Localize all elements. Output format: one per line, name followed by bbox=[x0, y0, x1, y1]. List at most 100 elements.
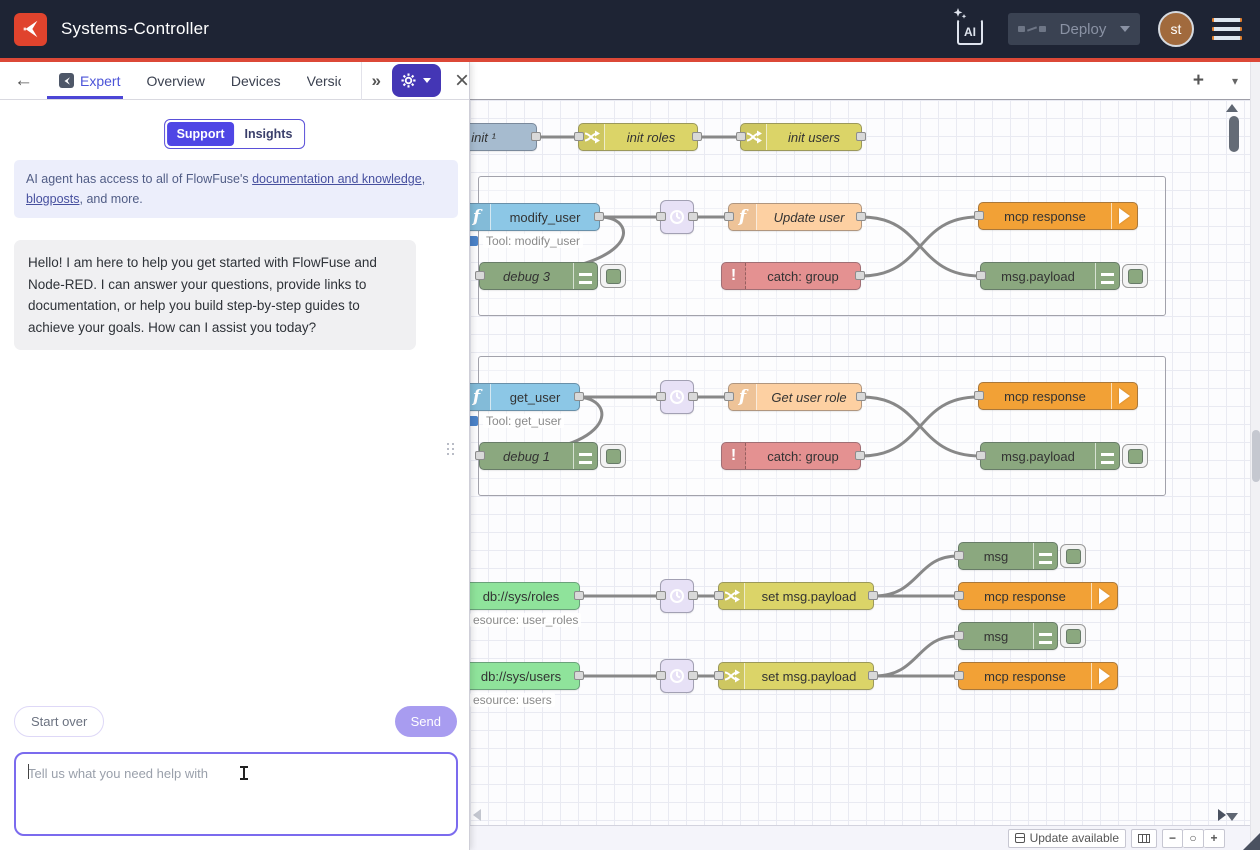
vertical-scrollbar-thumb[interactable] bbox=[1229, 116, 1239, 152]
output-port[interactable] bbox=[574, 591, 584, 600]
input-port[interactable] bbox=[714, 671, 724, 680]
deploy-dropdown-caret[interactable] bbox=[1120, 26, 1130, 32]
flow-node-msg-payload-1[interactable]: msg.payload bbox=[980, 262, 1120, 290]
flow-node-db-sys-roles[interactable]: db://sys/roles bbox=[470, 582, 580, 610]
flow-node-update-user[interactable]: fUpdate user bbox=[728, 203, 862, 231]
resize-corner-handle[interactable] bbox=[1243, 833, 1260, 850]
flow-node-mcp-response-2[interactable]: mcp response bbox=[978, 382, 1138, 410]
debug-toggle-button[interactable] bbox=[1122, 444, 1148, 468]
output-port[interactable] bbox=[574, 392, 584, 401]
send-button[interactable]: Send bbox=[395, 706, 457, 737]
start-over-button[interactable]: Start over bbox=[14, 706, 104, 737]
input-port[interactable] bbox=[954, 551, 964, 560]
ai-assistant-button[interactable]: AI bbox=[952, 10, 990, 48]
output-port[interactable] bbox=[688, 392, 698, 401]
input-port[interactable] bbox=[974, 211, 984, 220]
scroll-up-arrow[interactable] bbox=[1226, 104, 1238, 112]
tab-overview[interactable]: Overview bbox=[146, 73, 204, 89]
output-port[interactable] bbox=[594, 212, 604, 221]
flow-node-get-user-role[interactable]: fGet user role bbox=[728, 383, 862, 411]
flow-node-mcp-response-3[interactable]: mcp response bbox=[958, 582, 1118, 610]
output-port[interactable] bbox=[856, 132, 866, 141]
debug-toggle-button[interactable] bbox=[1060, 624, 1086, 648]
user-avatar[interactable]: st bbox=[1158, 11, 1194, 47]
zoom-in-button[interactable]: + bbox=[1204, 829, 1225, 848]
zoom-reset-button[interactable]: ○ bbox=[1183, 829, 1204, 848]
deploy-button[interactable]: Deploy bbox=[1008, 13, 1140, 45]
input-port[interactable] bbox=[656, 392, 666, 401]
flow-node-msg-payload-2[interactable]: msg.payload bbox=[980, 442, 1120, 470]
tab-devices[interactable]: Devices bbox=[231, 73, 281, 89]
flow-node-catch-group-2[interactable]: !catch: group bbox=[721, 442, 861, 470]
wire-10[interactable] bbox=[861, 397, 978, 456]
flow-node-delay-4[interactable] bbox=[660, 659, 694, 693]
flow-node-get-user[interactable]: fget_user bbox=[470, 383, 580, 411]
debug-toggle-button[interactable] bbox=[1122, 264, 1148, 288]
navigator-toggle-button[interactable] bbox=[1131, 829, 1157, 848]
input-port[interactable] bbox=[574, 132, 584, 141]
input-port[interactable] bbox=[976, 271, 986, 280]
flow-node-msg-1[interactable]: msg bbox=[958, 542, 1058, 570]
flowfuse-logo-icon[interactable] bbox=[14, 13, 47, 46]
input-port[interactable] bbox=[736, 132, 746, 141]
main-menu-icon[interactable] bbox=[1212, 18, 1242, 40]
output-port[interactable] bbox=[688, 671, 698, 680]
input-port[interactable] bbox=[974, 391, 984, 400]
flow-node-delay-1[interactable] bbox=[660, 200, 694, 234]
more-tabs-icon[interactable]: » bbox=[371, 71, 379, 91]
output-port[interactable] bbox=[688, 591, 698, 600]
input-port[interactable] bbox=[656, 671, 666, 680]
zoom-out-button[interactable]: − bbox=[1162, 829, 1183, 848]
flow-node-delay-3[interactable] bbox=[660, 579, 694, 613]
settings-gear-button[interactable] bbox=[392, 64, 441, 97]
output-port[interactable] bbox=[868, 591, 878, 600]
output-port[interactable] bbox=[856, 392, 866, 401]
add-flow-button[interactable]: + bbox=[1193, 70, 1204, 92]
scroll-right-arrow[interactable] bbox=[1218, 809, 1226, 821]
input-port[interactable] bbox=[656, 212, 666, 221]
input-port[interactable] bbox=[714, 591, 724, 600]
flow-node-mcp-response-1[interactable]: mcp response bbox=[978, 202, 1138, 230]
page-scrollbar-thumb[interactable] bbox=[1252, 430, 1260, 482]
output-port[interactable] bbox=[856, 212, 866, 221]
flow-node-init[interactable]: init ¹ bbox=[470, 123, 537, 151]
back-arrow-icon[interactable]: ← bbox=[14, 70, 33, 92]
flow-node-debug-1[interactable]: debug 1 bbox=[479, 442, 598, 470]
input-port[interactable] bbox=[954, 631, 964, 640]
flow-node-init-users[interactable]: init users bbox=[740, 123, 862, 151]
output-port[interactable] bbox=[688, 212, 698, 221]
flow-node-mcp-response-4[interactable]: mcp response bbox=[958, 662, 1118, 690]
input-port[interactable] bbox=[954, 671, 964, 680]
output-port[interactable] bbox=[855, 271, 865, 280]
flow-node-msg-2[interactable]: msg bbox=[958, 622, 1058, 650]
flow-node-debug-3[interactable]: debug 3 bbox=[479, 262, 598, 290]
input-port[interactable] bbox=[475, 451, 485, 460]
debug-toggle-button[interactable] bbox=[600, 264, 626, 288]
output-port[interactable] bbox=[574, 671, 584, 680]
input-port[interactable] bbox=[724, 212, 734, 221]
update-available-button[interactable]: Update available bbox=[1008, 829, 1126, 848]
panel-resize-grip[interactable] bbox=[447, 443, 455, 467]
wire-5[interactable] bbox=[861, 217, 978, 276]
output-port[interactable] bbox=[692, 132, 702, 141]
input-port[interactable] bbox=[656, 591, 666, 600]
toggle-option-insights[interactable]: Insights bbox=[235, 122, 303, 146]
output-port[interactable] bbox=[531, 132, 541, 141]
flow-list-menu-icon[interactable]: ▾ bbox=[1232, 74, 1238, 88]
blogposts-link[interactable]: blogposts bbox=[26, 192, 80, 206]
chat-message-input[interactable] bbox=[14, 752, 458, 836]
flow-node-db-sys-users[interactable]: db://sys/users bbox=[470, 662, 580, 690]
scroll-left-arrow[interactable] bbox=[473, 809, 481, 821]
flow-node-init-roles[interactable]: init roles bbox=[578, 123, 698, 151]
input-port[interactable] bbox=[954, 591, 964, 600]
flow-node-delay-2[interactable] bbox=[660, 380, 694, 414]
documentation-link[interactable]: documentation and knowledge bbox=[252, 172, 422, 186]
scroll-down-arrow[interactable] bbox=[1226, 813, 1238, 821]
flow-canvas[interactable]: init ¹init rolesinit usersfmodify_userTo… bbox=[470, 100, 1250, 825]
output-port[interactable] bbox=[855, 451, 865, 460]
input-port[interactable] bbox=[475, 271, 485, 280]
wire-15[interactable] bbox=[874, 556, 958, 596]
flow-node-set-msg-payload-1[interactable]: set msg.payload bbox=[718, 582, 874, 610]
tab-version[interactable]: Versio bbox=[307, 73, 341, 89]
input-port[interactable] bbox=[976, 451, 986, 460]
